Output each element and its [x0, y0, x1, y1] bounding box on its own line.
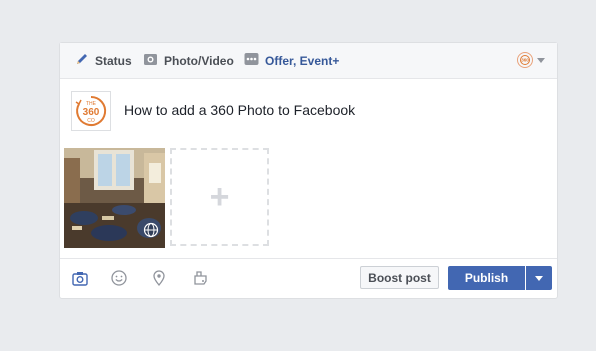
publish-button[interactable]: Publish: [448, 266, 525, 290]
more-icon: [244, 52, 259, 69]
avatar: THE 360 CO: [71, 91, 111, 131]
photo-thumbnail[interactable]: [64, 148, 165, 248]
camera-icon[interactable]: [71, 269, 89, 287]
post-text[interactable]: How to add a 360 Photo to Facebook: [124, 102, 355, 118]
tab-offer-event[interactable]: Offer, Event+: [244, 43, 339, 78]
tab-photo-video[interactable]: Photo/Video: [143, 43, 234, 78]
globe-360-icon: [143, 222, 159, 243]
plus-icon: +: [209, 177, 230, 216]
the360co-logo-icon[interactable]: 360: [517, 52, 533, 68]
boost-post-button[interactable]: Boost post: [360, 266, 439, 289]
chevron-down-icon[interactable]: [537, 58, 545, 63]
publish-options-button[interactable]: [526, 266, 552, 290]
add-photo-tile[interactable]: +: [170, 148, 269, 246]
tab-status-label: Status: [95, 53, 132, 68]
location-pin-icon[interactable]: [150, 269, 168, 287]
tag-icon[interactable]: [191, 269, 209, 287]
smiley-icon[interactable]: [110, 269, 128, 287]
pencil-icon: [75, 52, 89, 69]
composer-tabs: Status Photo/Video Offer, Event+ 360: [60, 43, 557, 79]
post-composer: Status Photo/Video Offer, Event+ 360 THE…: [59, 42, 558, 299]
avatar-logo-line2: 360: [83, 107, 100, 118]
tab-status[interactable]: Status: [75, 43, 132, 78]
tab-photo-video-label: Photo/Video: [164, 53, 234, 68]
tab-offer-event-label: Offer, Event+: [265, 53, 340, 68]
composer-footer: Boost post Publish: [60, 258, 557, 298]
camera-icon: [143, 52, 158, 69]
svg-text:360: 360: [521, 58, 529, 63]
caret-down-icon: [535, 275, 543, 281]
avatar-logo-line3: CO: [87, 118, 95, 124]
